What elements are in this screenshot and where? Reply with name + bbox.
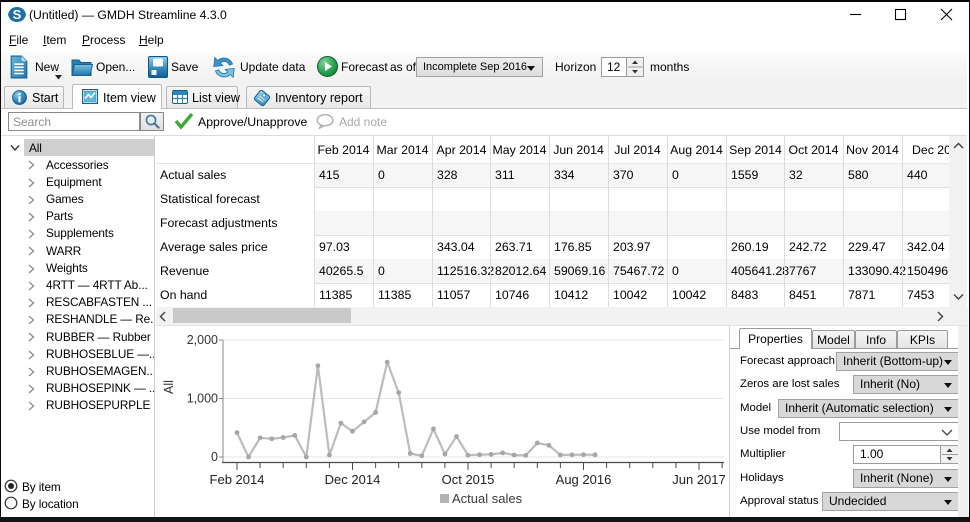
- svg-text:Feb 2014: Feb 2014: [210, 472, 265, 487]
- svg-text:Actual sales: Actual sales: [452, 491, 523, 506]
- svg-text:Dec 2014: Dec 2014: [325, 472, 381, 487]
- svg-text:Aug 2016: Aug 2016: [556, 472, 612, 487]
- svg-text:1,000: 1,000: [187, 392, 218, 406]
- svg-text:Jun 2017: Jun 2017: [672, 472, 726, 487]
- svg-text:2,000: 2,000: [187, 333, 218, 347]
- svg-text:S: S: [13, 7, 22, 22]
- svg-text:All: All: [162, 380, 176, 394]
- svg-text:Oct 2015: Oct 2015: [442, 472, 495, 487]
- svg-text:0: 0: [211, 450, 218, 464]
